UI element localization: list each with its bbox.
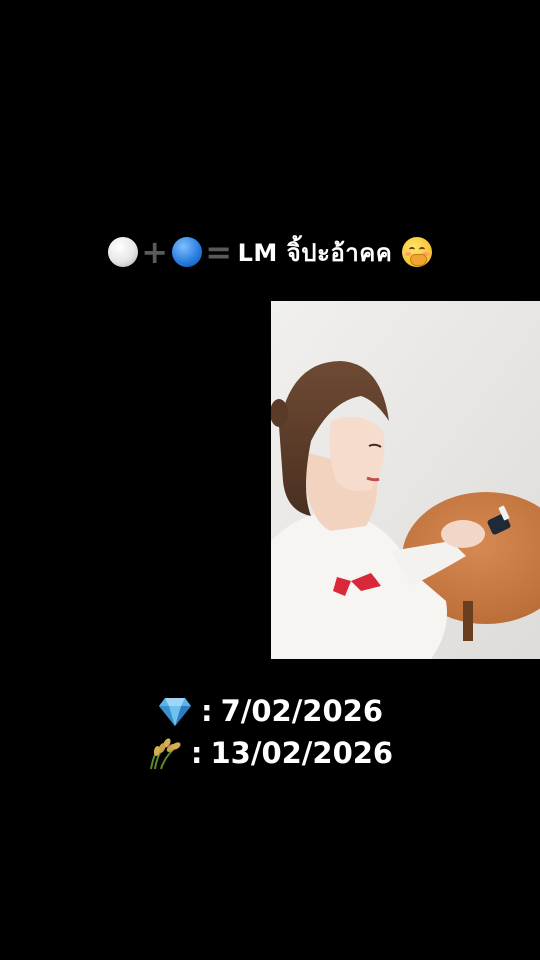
video-frame-illustration xyxy=(271,301,540,659)
date-value: 13/02/2026 xyxy=(210,736,394,770)
caption-text: LM จิ้ปะอ้าคค xyxy=(237,238,393,267)
face-with-hand-over-mouth-icon xyxy=(402,237,433,267)
date-row-gem: : 7/02/2026 xyxy=(0,690,540,732)
plus-icon: + xyxy=(141,233,169,271)
date-separator: : xyxy=(190,736,203,770)
sheaf-of-rice-icon xyxy=(147,736,183,770)
date-row-rice: : 13/02/2026 xyxy=(0,732,540,774)
blue-circle-icon xyxy=(171,237,202,267)
date-separator: : xyxy=(200,694,213,728)
gem-icon xyxy=(157,694,193,728)
release-dates: : 7/02/2026 : 13/02/2026 xyxy=(0,690,540,774)
caption-line: + = LM จิ้ปะอ้าคค xyxy=(0,232,540,272)
video-frame[interactable] xyxy=(271,301,540,659)
white-circle-icon xyxy=(107,237,138,267)
equals-icon: = xyxy=(205,233,233,271)
date-value: 7/02/2026 xyxy=(220,694,384,728)
